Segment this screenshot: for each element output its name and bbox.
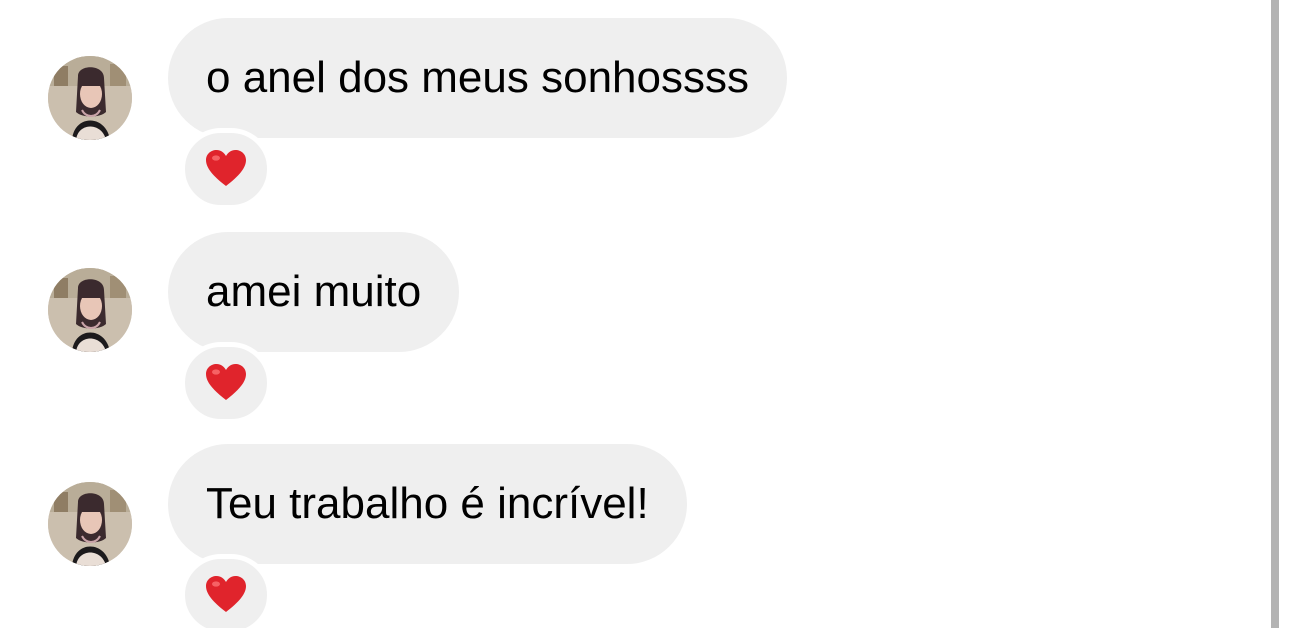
- profile-photo-icon: [48, 56, 132, 140]
- message-row: amei muito: [0, 232, 1250, 424]
- message-text: amei muito: [206, 267, 422, 316]
- scrollbar[interactable]: [1271, 0, 1279, 628]
- avatar[interactable]: [48, 482, 132, 566]
- heart-emoji-icon: [206, 576, 246, 612]
- reaction-badge[interactable]: [180, 342, 272, 424]
- chat-thread: o anel dos meus sonhossss amei muito Teu…: [0, 0, 1290, 628]
- profile-photo-icon: [48, 482, 132, 566]
- profile-photo-icon: [48, 268, 132, 352]
- avatar[interactable]: [48, 268, 132, 352]
- message-bubble[interactable]: amei muito: [168, 232, 460, 352]
- reaction-badge[interactable]: [180, 128, 272, 210]
- message-text: o anel dos meus sonhossss: [206, 53, 749, 102]
- message-text: Teu trabalho é incrível!: [206, 479, 649, 528]
- message-row: Teu trabalho é incrível!: [0, 444, 1250, 628]
- heart-emoji-icon: [206, 150, 246, 186]
- message-row: o anel dos meus sonhossss: [0, 18, 1250, 210]
- heart-emoji-icon: [206, 364, 246, 400]
- message-bubble[interactable]: o anel dos meus sonhossss: [168, 18, 787, 138]
- reaction-badge[interactable]: [180, 554, 272, 628]
- avatar[interactable]: [48, 56, 132, 140]
- message-bubble[interactable]: Teu trabalho é incrível!: [168, 444, 687, 564]
